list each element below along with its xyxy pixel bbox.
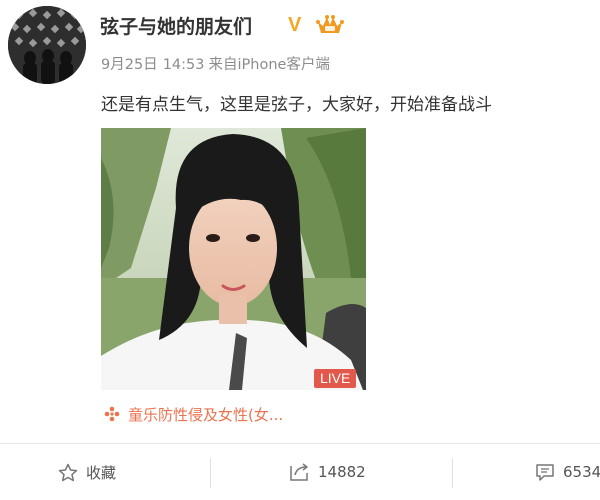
- avatar[interactable]: [8, 6, 86, 84]
- action-separator: [452, 458, 453, 488]
- post-time[interactable]: 14:53: [163, 57, 205, 73]
- vip-crown-icon: [316, 15, 344, 33]
- author-name[interactable]: 弦子与她的朋友们: [100, 12, 252, 39]
- repost-icon: [290, 463, 308, 481]
- topic-label: 童乐防性侵及女性(女...: [128, 406, 284, 424]
- super-topic-icon: [104, 406, 120, 422]
- source-device[interactable]: iPhone客户端: [237, 57, 329, 73]
- post-meta: 9月25日 14:53 来自iPhone客户端: [101, 53, 330, 74]
- repost-count: 14882: [318, 463, 366, 481]
- source-prefix: 来自: [208, 57, 238, 73]
- star-icon: [58, 463, 78, 481]
- weibo-post: 弦子与她的朋友们 V 9月25日 14:53 来自iPhone客户端 还是有点生气，…: [0, 0, 600, 500]
- repost-button[interactable]: 14882: [288, 444, 366, 500]
- action-separator: [210, 458, 211, 488]
- live-badge: LIVE: [314, 369, 357, 388]
- comment-button[interactable]: 6534: [535, 444, 600, 500]
- post-date[interactable]: 9月25日: [101, 57, 158, 73]
- avatar-image: [8, 6, 86, 84]
- comment-count: 6534: [563, 463, 600, 481]
- favorite-button[interactable]: 收藏: [58, 444, 116, 500]
- comment-icon: [536, 463, 554, 481]
- post-photo[interactable]: [101, 128, 366, 390]
- post-text: 还是有点生气，这里是弦子，大家好，开始准备战斗: [101, 95, 492, 115]
- action-bar: 收藏 14882 6534: [0, 444, 600, 500]
- favorite-label: 收藏: [86, 463, 117, 482]
- selfie-image: [101, 128, 366, 390]
- topic-link[interactable]: 童乐防性侵及女性(女...: [104, 404, 283, 425]
- verified-badge-icon: V: [288, 14, 302, 36]
